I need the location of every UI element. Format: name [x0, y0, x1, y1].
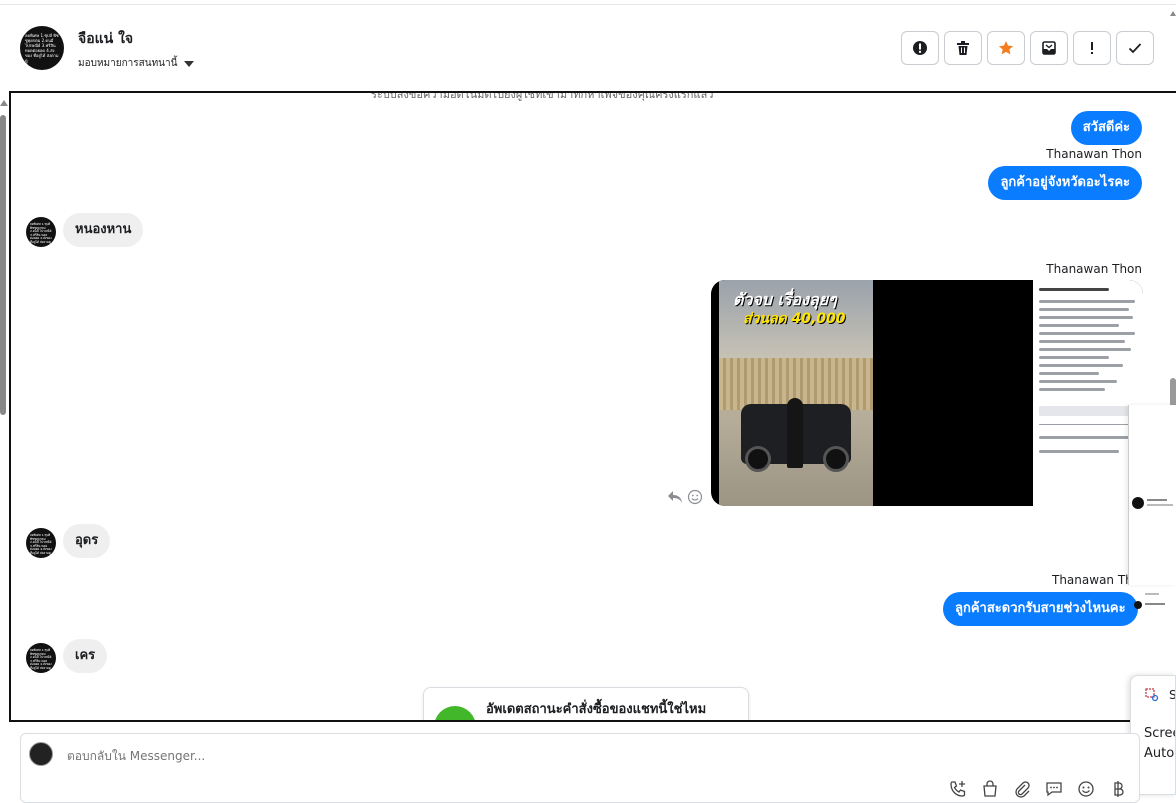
outgoing-message[interactable]: ลูกค้าอยู่จังหวัดอะไรคะ — [988, 166, 1142, 200]
post-line — [1039, 380, 1117, 383]
contact-name: จือแน่ ใจ — [78, 31, 134, 47]
star-button[interactable] — [987, 31, 1025, 65]
delete-button[interactable] — [944, 31, 982, 65]
scroll-up-arrow[interactable] — [0, 100, 8, 106]
customer-avatar[interactable]: ลดพิเศษ 1.ซุปส์ พิซซูคุยกตม 2.ดนมี ไปรษณ… — [26, 217, 56, 247]
post-line — [1039, 300, 1135, 303]
customer-avatar[interactable]: ลดพิเศษ 1.ซุปส์ พิซซูคุยกตม 2.ดนมี ไปรษณ… — [26, 528, 56, 558]
caret-down-icon — [184, 60, 195, 67]
emoji-react-icon[interactable] — [687, 489, 703, 505]
car-photo: ตัวจบ เรื่องลุยๆ ส่วนลด 40,000 — [719, 280, 873, 506]
contact-avatar[interactable]: ลดพิเศษ 1.ซุปส์ พิซซูคุยกตม 2.ดนมี ไปรษณ… — [20, 26, 64, 70]
snipping-tool-icon — [1145, 688, 1159, 702]
avatar-text: ลดพิเศษ 1.ซุปส์ พิซซูคุยกตม 2.ดนมี ไปรษณ… — [30, 533, 52, 555]
post-divider — [1039, 424, 1137, 425]
wheel-shape — [823, 446, 849, 472]
snip-line-2: Autor — [1144, 746, 1176, 761]
sender-name: Thanawan Thon — [1046, 147, 1142, 161]
saved-reply-icon[interactable] — [1043, 778, 1065, 800]
sender-name: Thanawan Thon — [1046, 262, 1142, 276]
image-message[interactable]: ตัวจบ เรื่องลุยๆ ส่วนลด 40,000 — [711, 280, 1143, 506]
person-shape — [787, 398, 803, 468]
post-line — [1039, 324, 1119, 327]
check-icon — [1128, 43, 1142, 54]
incoming-message[interactable]: อุดร — [63, 524, 111, 558]
image-discount: ส่วนลด 40,000 — [743, 311, 846, 327]
system-notice: ระบบส่งข้อความอัตโนมัติไปยังผู้ใช้ที่เข้… — [371, 91, 714, 101]
post-line — [1039, 372, 1099, 375]
incoming-message[interactable]: เคร — [63, 639, 108, 673]
preview-avatar — [1134, 601, 1142, 609]
archive-button[interactable] — [1030, 31, 1068, 65]
trash-icon — [957, 41, 969, 55]
chat-panel: ระบบส่งข้อความอัตโนมัติไปยังผู้ใช้ที่เข้… — [9, 91, 1176, 722]
preview-window[interactable] — [1128, 405, 1176, 609]
alert-circle-icon — [913, 41, 927, 55]
post-line — [1039, 388, 1105, 391]
outgoing-message[interactable]: ลูกค้าสะดวกรับสายช่วงไหนคะ — [943, 592, 1138, 626]
reply-input[interactable] — [65, 748, 765, 764]
avatar-text: ลดพิเศษ 1.ซุปส์ พิซซูคุยกตม 2.ดนมี ไปรษณ… — [30, 648, 52, 670]
mail-box-icon — [1042, 41, 1056, 55]
baht-icon[interactable] — [1107, 778, 1129, 800]
shopping-bag-icon[interactable] — [979, 778, 1001, 800]
post-line — [1039, 356, 1109, 359]
preview-line — [1145, 603, 1165, 605]
assign-label: มอบหมายการสนทนานี้ — [78, 58, 178, 69]
snip-line-1: Scree — [1144, 726, 1175, 741]
emoji-icon[interactable] — [1075, 778, 1097, 800]
post-header — [1039, 288, 1109, 291]
post-line — [1039, 364, 1123, 367]
post-line — [1039, 348, 1131, 351]
post-line — [1039, 340, 1125, 343]
conversation-toolbar — [901, 31, 1154, 65]
post-line — [1039, 332, 1135, 335]
avatar-text: ลดพิเศษ 1.ซุปส์ พิซซูคุยกตม 2.ดนมี ไปรษณ… — [30, 222, 52, 244]
post-screenshot — [1033, 280, 1143, 506]
customer-avatar[interactable]: ลดพิเศษ 1.ซุปส์ พิซซูคุยกตม 2.ดนมี ไปรษณ… — [26, 643, 56, 673]
assign-conversation-dropdown[interactable]: มอบหมายการสนทนานี้ — [78, 56, 195, 71]
post-line — [1039, 436, 1129, 439]
star-icon — [998, 41, 1014, 55]
message-actions — [667, 489, 703, 505]
snip-title: Sc — [1169, 688, 1176, 702]
composer-toolbar — [947, 778, 1129, 800]
preview-line — [1147, 504, 1173, 506]
preview-line — [1145, 593, 1159, 595]
important-button[interactable] — [1073, 31, 1111, 65]
order-icon — [434, 706, 476, 720]
scroll-up-arrow[interactable] — [1170, 8, 1176, 18]
spam-alert-button[interactable] — [901, 31, 939, 65]
post-button-bar — [1039, 406, 1137, 416]
outgoing-message[interactable]: สวัสดีค่ะ — [1070, 111, 1142, 145]
done-button[interactable] — [1116, 31, 1154, 65]
left-scrollbar[interactable] — [0, 115, 6, 415]
phone-plus-icon[interactable] — [947, 778, 969, 800]
wheel-shape — [745, 446, 771, 472]
preview-avatar — [1132, 497, 1144, 509]
exclamation-icon — [1091, 42, 1093, 54]
page-avatar — [29, 742, 53, 766]
preview-line — [1147, 499, 1167, 501]
attachment-icon[interactable] — [1011, 778, 1033, 800]
order-prompt-text: อัพเดตสถานะคำสั่งซื้อของแชทนี้ใช่ไหม — [486, 702, 707, 717]
order-status-prompt[interactable]: อัพเดตสถานะคำสั่งซื้อของแชทนี้ใช่ไหม — [423, 687, 749, 720]
post-line — [1039, 308, 1129, 311]
post-line — [1039, 450, 1119, 453]
sender-name: Thanawan Tho — [1052, 573, 1141, 587]
incoming-message[interactable]: หนองหาน — [63, 213, 144, 247]
reply-composer — [20, 733, 1140, 803]
reply-icon[interactable] — [667, 490, 683, 504]
top-divider — [0, 4, 1176, 5]
avatar-text: ลดพิเศษ 1.ซุปส์ พิซซูคุยกตม 2.ดนมี ไปรษณ… — [25, 33, 59, 63]
post-line — [1039, 316, 1133, 319]
